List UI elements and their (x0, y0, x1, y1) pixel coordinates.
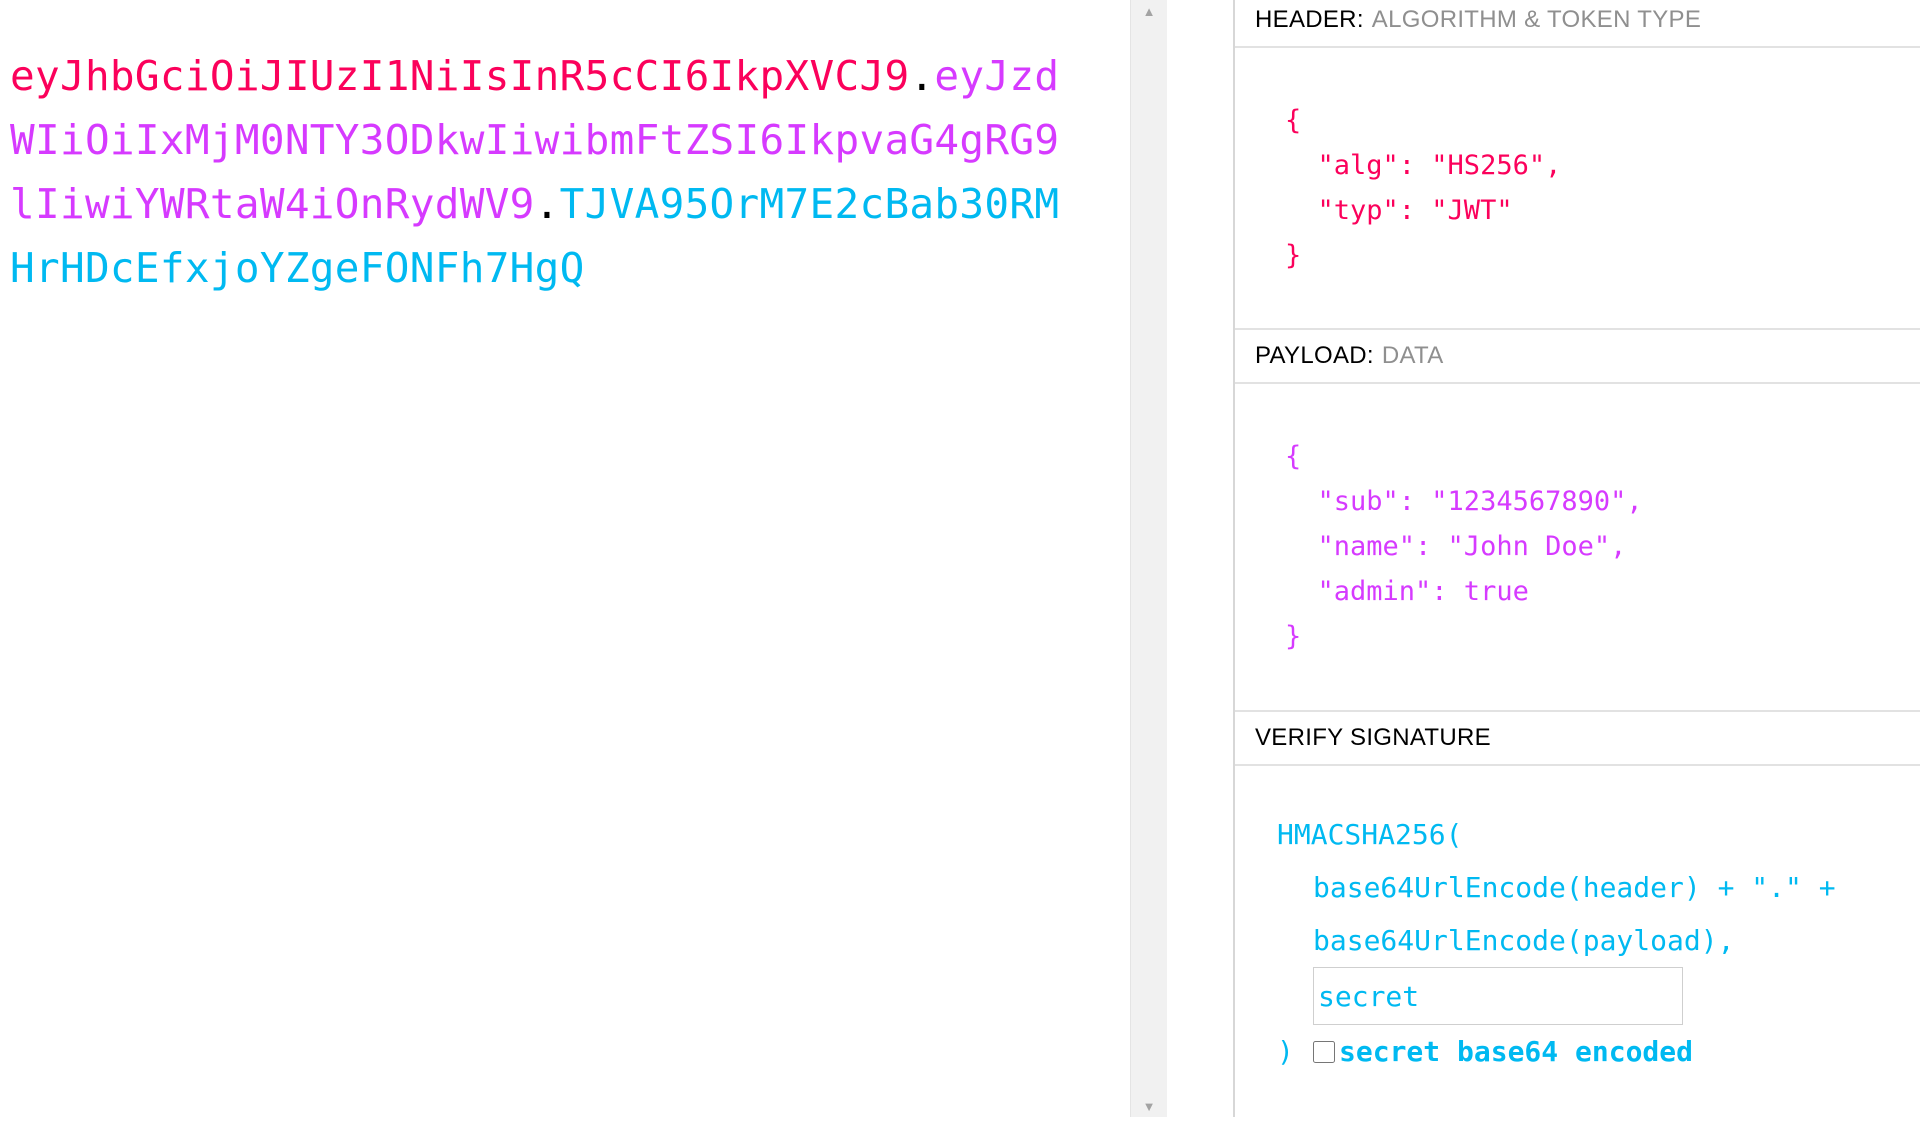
decoded-pane: HEADER: ALGORITHM & TOKEN TYPE { "alg": … (1233, 0, 1920, 1117)
header-section: HEADER: ALGORITHM & TOKEN TYPE { "alg": … (1235, 0, 1920, 330)
payload-section: PAYLOAD: DATA { "sub": "1234567890", "na… (1235, 330, 1920, 712)
signature-formula: HMACSHA256( base64UrlEncode(header) + ".… (1277, 808, 1836, 1078)
encoded-pane: eyJhbGciOiJIUzI1NiIsInR5cCI6IkpXVCJ9.eyJ… (0, 0, 1130, 1117)
encoded-scrollbar[interactable]: ▲ ▼ (1130, 0, 1168, 1117)
token-header-part[interactable]: eyJhbGciOiJIUzI1NiIsInR5cCI6IkpXVCJ9 (10, 52, 909, 100)
signature-line-header: base64UrlEncode(header) + "." + (1313, 871, 1836, 904)
base64-encoded-checkbox[interactable] (1313, 1040, 1335, 1063)
signature-section: VERIFY SIGNATURE HMACSHA256( base64UrlEn… (1235, 712, 1920, 1126)
payload-json-editor[interactable]: { "sub": "1234567890", "name": "John Doe… (1235, 384, 1920, 712)
payload-subtitle-label: DATA (1381, 342, 1444, 369)
triangle-up-icon[interactable]: ▲ (1131, 0, 1167, 22)
header-subtitle-label: ALGORITHM & TOKEN TYPE (1371, 6, 1702, 33)
token-dot: . (534, 180, 560, 228)
header-section-title: HEADER: ALGORITHM & TOKEN TYPE (1235, 0, 1920, 48)
signature-title-label: VERIFY SIGNATURE (1255, 724, 1491, 751)
secret-input[interactable] (1313, 967, 1683, 1025)
payload-json[interactable]: { "sub": "1234567890", "name": "John Doe… (1285, 434, 1643, 659)
encoded-token[interactable]: eyJhbGciOiJIUzI1NiIsInR5cCI6IkpXVCJ9.eyJ… (10, 44, 1060, 300)
pane-gap (1167, 0, 1233, 1117)
signature-close-row: ) secret base64 encoded (1277, 1025, 1836, 1078)
signature-line-payload: base64UrlEncode(payload), (1313, 924, 1735, 957)
signature-body: HMACSHA256( base64UrlEncode(header) + ".… (1235, 766, 1920, 1126)
payload-section-title: PAYLOAD: DATA (1235, 330, 1920, 384)
token-dot: . (909, 52, 935, 100)
triangle-down-icon[interactable]: ▼ (1131, 1095, 1167, 1117)
base64-encoded-label[interactable]: secret base64 encoded (1339, 1025, 1693, 1078)
payload-title-label: PAYLOAD: (1255, 342, 1374, 369)
header-json-editor[interactable]: { "alg": "HS256", "typ": "JWT" } (1235, 48, 1920, 330)
signature-line-hmac: HMACSHA256( (1277, 818, 1463, 851)
close-paren: ) (1277, 1035, 1294, 1068)
header-title-label: HEADER: (1255, 6, 1364, 33)
header-json[interactable]: { "alg": "HS256", "typ": "JWT" } (1285, 98, 1561, 278)
signature-section-title: VERIFY SIGNATURE (1235, 712, 1920, 766)
